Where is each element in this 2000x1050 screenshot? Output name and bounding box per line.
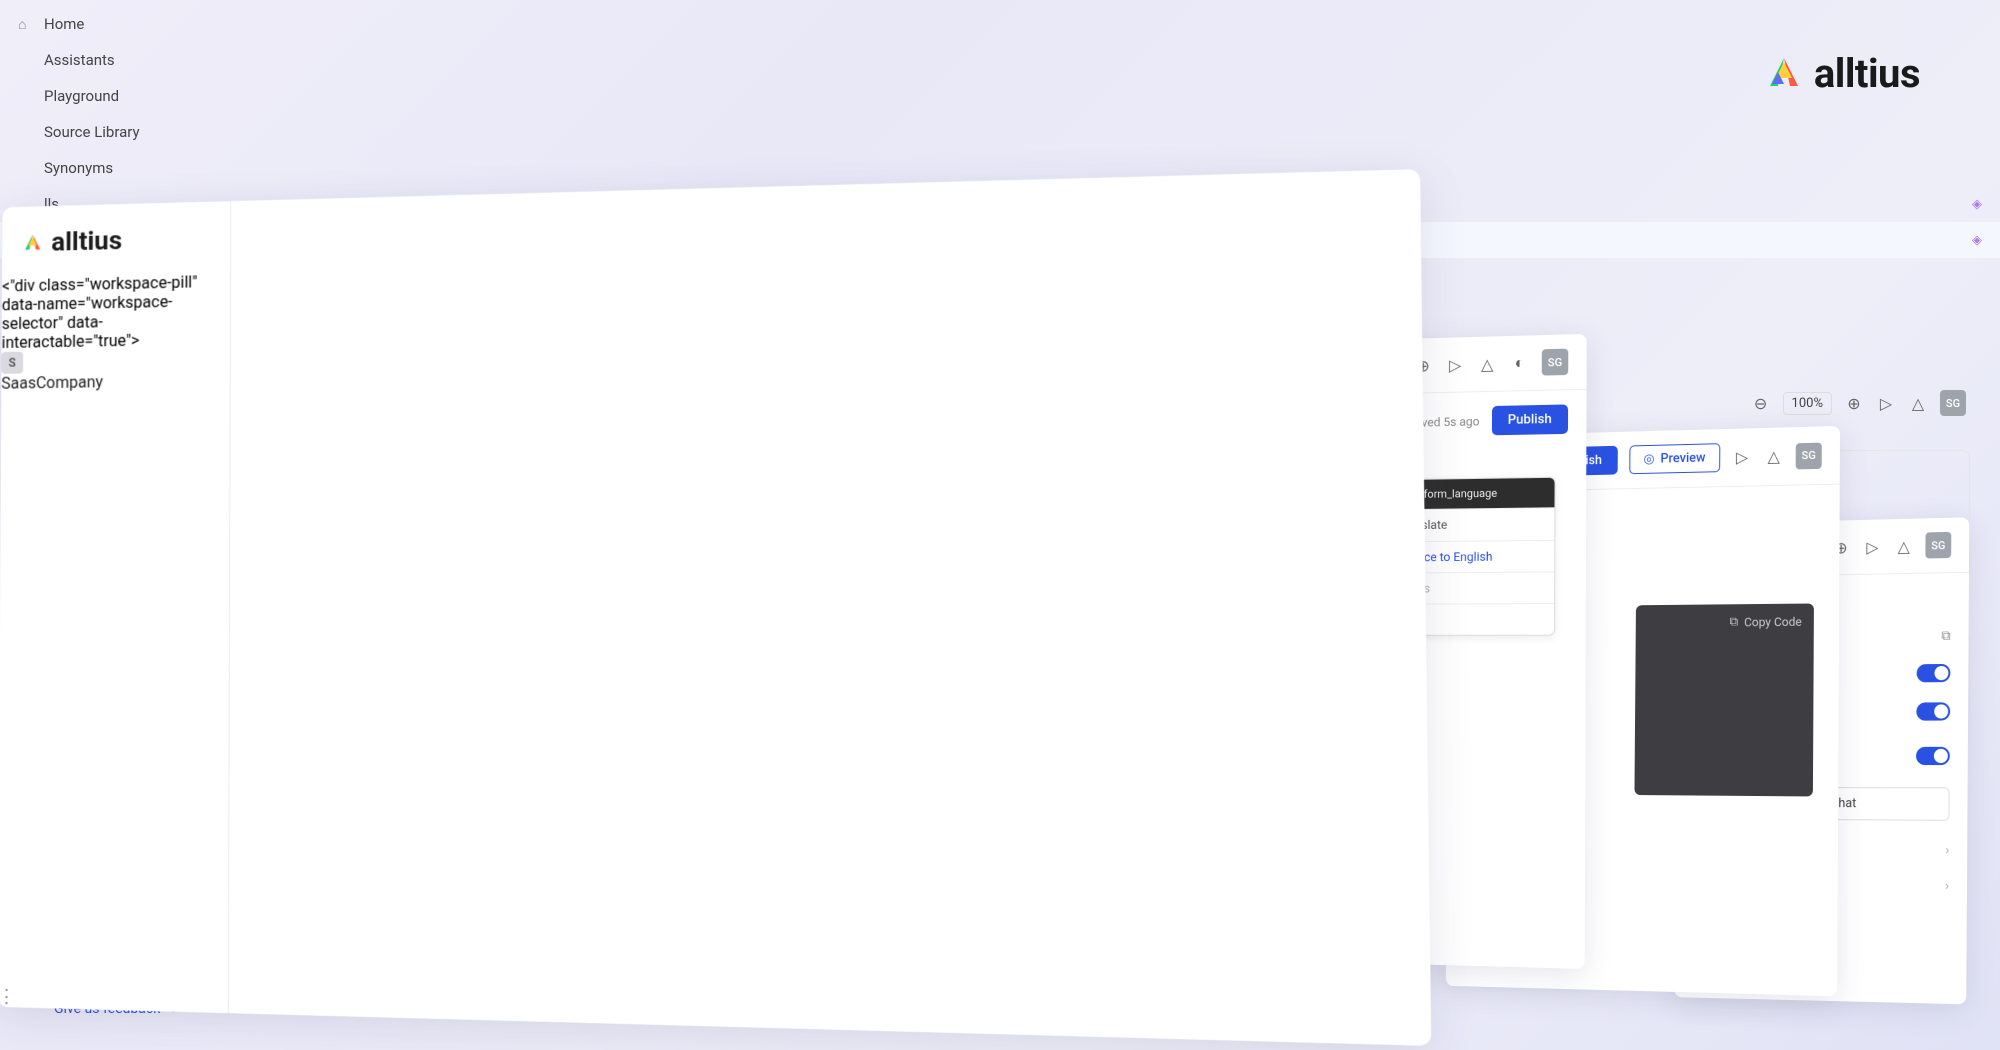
toggle-switch[interactable] [1916,747,1950,765]
copy-icon: ⧉ [1730,614,1739,629]
sidebar: alltius <"div class="workspace-pill" dat… [0,201,231,1013]
sidebar-item[interactable]: Assistants [0,42,2000,78]
nav-label: Home [44,15,84,33]
preview-button[interactable]: ◎Preview [1629,443,1720,474]
nav-badge-icon: ◈ [1972,197,1982,212]
publish-button[interactable]: Publish [1492,404,1569,435]
toggle-switch[interactable] [1917,664,1951,682]
chevron-right-icon: › [1945,843,1949,858]
sidebar-item[interactable]: ⌂ Home [0,6,2000,42]
toolbar: ⊖ 100% ⊕ ▷ △ SG [1751,390,1974,416]
announce-icon[interactable]: ▷ [1732,447,1752,468]
headset-icon[interactable]: ◐ [1509,353,1529,374]
copy-code-button[interactable]: Copy Code [1744,614,1802,629]
bell-icon[interactable]: △ [1894,536,1914,556]
bell-icon[interactable]: △ [1477,353,1497,374]
workspace-name: SaasCompany [0,370,230,991]
nav-label: Source Library [44,123,140,141]
code-block: ⧉ Copy Code [1634,603,1813,796]
sidebar-brand: alltius [2,201,230,276]
zoom-value: 100% [1783,392,1832,415]
announce-icon[interactable]: ▷ [1445,354,1465,375]
external-link-icon: ⧉ [1941,629,1950,644]
sidebar-item[interactable]: Source Library [0,114,2000,150]
eye-icon: ◎ [1643,452,1654,467]
sidebar-item[interactable]: Playground [0,78,2000,114]
nav-label: Assistants [44,51,115,69]
zoom-out-icon[interactable]: ⊖ [1751,393,1771,413]
chevron-right-icon: › [1945,879,1949,894]
sidebar-brand-text: alltius [51,226,122,258]
brand-logo-icon [1764,54,1804,94]
workspace-badge: S [1,352,23,374]
toggle-switch[interactable] [1916,702,1950,720]
avatar[interactable]: SG [1925,532,1951,559]
bell-icon[interactable]: △ [1908,393,1928,413]
bell-icon[interactable]: △ [1764,446,1784,467]
nav-label: Synonyms [44,159,113,177]
brand-logo-icon [22,232,44,254]
nav-icon: ⌂ [18,16,34,33]
avatar[interactable]: SG [1940,390,1966,416]
brand-top: alltius [1764,50,1920,97]
announce-icon[interactable]: ▷ [1863,536,1883,556]
nav-badge-icon: ◈ [1972,233,1982,248]
avatar[interactable]: SG [1796,442,1822,469]
avatar[interactable]: SG [1542,349,1569,376]
nav-label: Playground [44,87,119,105]
brand-name: alltius [1814,50,1920,97]
zoom-in-icon[interactable]: ⊕ [1844,393,1864,413]
announce-icon[interactable]: ▷ [1876,393,1896,413]
dashboard-panel: alltius <"div class="workspace-pill" dat… [0,169,1431,1046]
